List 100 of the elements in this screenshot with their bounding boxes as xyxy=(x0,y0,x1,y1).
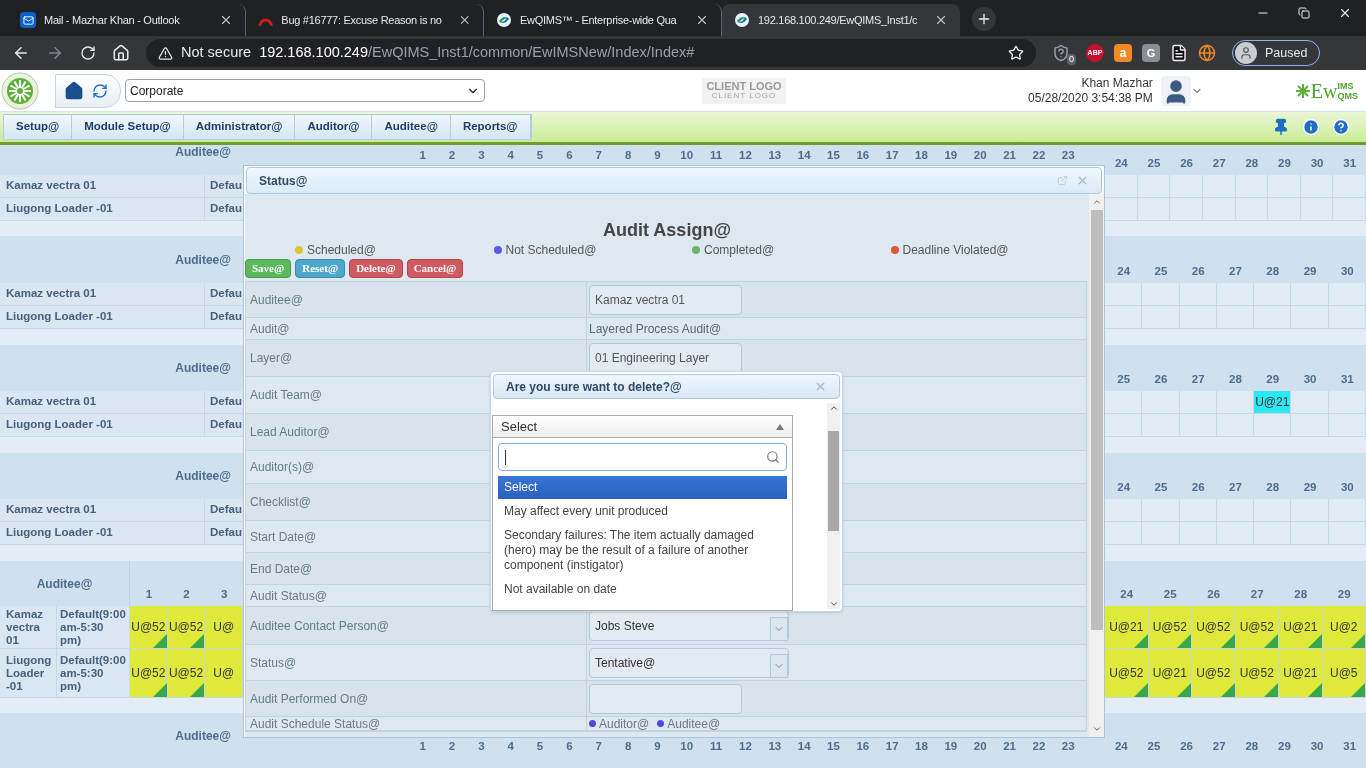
schedule-entry[interactable]: U@52 xyxy=(1148,606,1192,648)
scrollbar-thumb[interactable] xyxy=(1090,210,1103,630)
site-select[interactable]: Corporate xyxy=(125,79,485,102)
day-number: 17 xyxy=(884,739,900,755)
schedule-entry[interactable]: U@21 xyxy=(1148,649,1192,697)
day-number: 13 xyxy=(767,148,783,163)
menu-item[interactable]: Reports@ xyxy=(450,115,531,139)
day-number: 12 xyxy=(738,148,753,163)
schedule-entry[interactable]: U@ xyxy=(205,649,243,697)
day-number: 20 xyxy=(972,739,988,755)
schedule-entry[interactable]: U@52 xyxy=(1192,606,1236,648)
help-icon[interactable] xyxy=(1332,118,1350,136)
schedule-entry[interactable]: U@52 xyxy=(1235,649,1279,697)
day-number: 26 xyxy=(1153,371,1169,387)
input-field[interactable]: Kamaz vectra 01 xyxy=(589,284,742,315)
shield-icon[interactable] xyxy=(1052,44,1070,62)
column-header: Auditee@ xyxy=(175,361,231,375)
scroll-up-icon[interactable] xyxy=(828,403,839,413)
table-cell: Liugong Loader -01 xyxy=(0,198,205,220)
dropdown-field[interactable]: Jobs Steve xyxy=(589,610,789,641)
radio-option[interactable]: Auditor@ xyxy=(589,717,650,730)
input-field[interactable]: 01 Engineering Layer xyxy=(589,343,742,373)
day-number: 25 xyxy=(1162,586,1178,602)
schedule-entry[interactable]: U@52 xyxy=(167,606,206,648)
day-number: 18 xyxy=(914,739,929,755)
search-field[interactable] xyxy=(498,443,787,471)
day-number: 1 xyxy=(418,148,427,163)
refresh-icon[interactable] xyxy=(92,82,108,99)
badge: 0 xyxy=(1067,54,1076,65)
close-icon[interactable] xyxy=(934,13,948,27)
browser-tab[interactable]: 192.168.100.249/EwQIMS_Inst1/c xyxy=(722,4,960,36)
action-button[interactable]: Delete@ xyxy=(349,259,403,278)
table-cell-text: Defau xyxy=(209,417,243,433)
reload-icon[interactable] xyxy=(80,45,96,61)
pin-icon[interactable] xyxy=(1272,118,1290,136)
day-number: 18 xyxy=(914,148,929,163)
day-number: 15 xyxy=(826,739,841,755)
day-number: 19 xyxy=(943,739,959,755)
schedule-entry[interactable]: U@52 xyxy=(130,649,168,697)
day-number: 3 xyxy=(477,739,486,755)
day-number: 11 xyxy=(709,739,724,755)
home-icon[interactable] xyxy=(112,44,130,62)
day-number: 5 xyxy=(535,739,545,755)
day-number: 2 xyxy=(447,739,457,755)
back-icon[interactable] xyxy=(12,44,30,62)
day-number: 27 xyxy=(1211,155,1227,171)
url-text: 192.168.100.249/EwQIMS_Inst1/common/EwIMSNew/Index/Index# xyxy=(259,43,695,63)
column-header: Auditee@ xyxy=(175,469,231,483)
menu-item[interactable]: Auditee@ xyxy=(372,115,451,139)
schedule-entry[interactable]: U@ xyxy=(205,606,243,648)
day-number: 30 xyxy=(1302,371,1318,387)
globe-icon[interactable] xyxy=(1198,44,1216,62)
info-icon[interactable] xyxy=(1302,118,1320,136)
day-number: 1 xyxy=(418,739,427,755)
schedule-entry[interactable]: U@21 xyxy=(1105,606,1149,648)
document-icon[interactable] xyxy=(1170,44,1188,62)
schedule-entry[interactable]: U@52 xyxy=(1192,649,1236,697)
select-field[interactable]: Select xyxy=(492,415,793,438)
input-field[interactable] xyxy=(589,683,742,714)
day-number: 26 xyxy=(1179,739,1194,755)
user-avatar[interactable] xyxy=(1160,75,1191,106)
home-icon[interactable] xyxy=(64,80,84,101)
schedule-entry[interactable]: U@5 xyxy=(1322,649,1366,697)
menu-item[interactable]: Administrator@ xyxy=(183,115,296,139)
close-icon[interactable] xyxy=(695,13,709,27)
scrollbar-thumb[interactable] xyxy=(828,431,839,531)
schedule-entry[interactable]: U@21 xyxy=(1279,649,1323,697)
day-number: 23 xyxy=(1060,148,1076,163)
scroll-down-icon[interactable] xyxy=(1091,724,1102,734)
menu-item[interactable]: Setup@ xyxy=(4,115,73,139)
schedule-entry[interactable]: U@52 xyxy=(1235,606,1279,648)
date-time: 05/28/2020 3:54:38 PM xyxy=(1028,90,1153,106)
close-icon[interactable] xyxy=(1338,6,1352,20)
day-number: 28 xyxy=(1244,739,1260,755)
field-label: Audit@ xyxy=(246,318,587,339)
scroll-up-icon[interactable] xyxy=(1091,197,1102,207)
close-icon[interactable] xyxy=(219,13,233,27)
schedule-entry[interactable]: U@2 xyxy=(1322,606,1366,648)
day-number: 31 xyxy=(1339,371,1355,387)
menu-item[interactable]: Module Setup@ xyxy=(72,115,184,139)
day-number: 16 xyxy=(855,148,871,163)
forward-icon[interactable] xyxy=(46,44,64,62)
day-number: 4 xyxy=(506,148,515,163)
table-cell-text: Defau xyxy=(209,286,243,302)
schedule-entry[interactable]: U@21 xyxy=(1254,391,1292,413)
schedule-entry[interactable]: U@21 xyxy=(1279,606,1323,648)
schedule-entry[interactable]: U@52 xyxy=(1105,649,1149,697)
address-bar[interactable]: Not secure 192.168.100.249/EwQIMS_Inst1/common/EwIMSNew/Index/Index# xyxy=(146,39,1036,67)
action-button[interactable]: Cancel@ xyxy=(406,259,464,278)
scroll-down-icon[interactable] xyxy=(828,599,839,609)
menu-item[interactable]: Auditor@ xyxy=(295,115,373,139)
day-number: 26 xyxy=(1179,155,1194,171)
bookmark-icon[interactable] xyxy=(1008,45,1024,61)
restore-icon[interactable] xyxy=(1298,7,1310,19)
schedule-entry[interactable]: U@52 xyxy=(130,606,168,648)
dropdown-option[interactable]: Select xyxy=(498,476,787,499)
day-number: 30 xyxy=(1339,263,1355,279)
dropdown-field[interactable]: Tentative@ xyxy=(589,647,789,678)
schedule-entry[interactable]: U@52 xyxy=(167,649,206,697)
radio-option[interactable]: Auditee@ xyxy=(657,717,721,730)
